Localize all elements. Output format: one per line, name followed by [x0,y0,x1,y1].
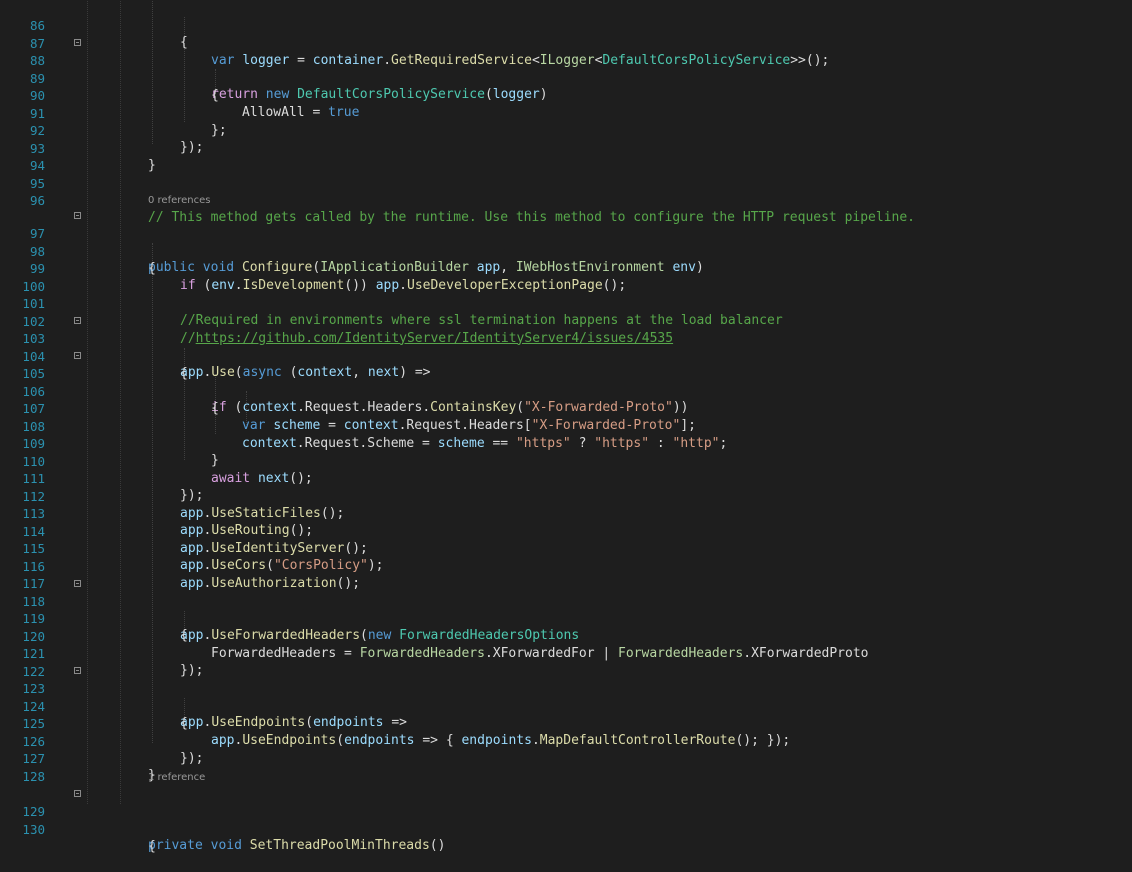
code-line[interactable]: 109 } [0,418,1132,468]
line-number: 128 [22,768,45,784]
code-line[interactable]: 117 [0,558,1132,591]
code-line[interactable]: 123 app.UseEndpoints(endpoints => [0,663,1132,730]
code-line[interactable]: 118 app.UseForwardedHeaders(new Forwarde… [0,576,1132,643]
keyword: private [148,838,203,853]
code-line[interactable]: 89 { [0,53,1132,103]
code-line[interactable]: 128 [0,751,1132,784]
code-line[interactable]: 108 context.Request.Scheme = scheme == "… [0,401,1132,451]
method: SetThreadPoolMinThreads [249,838,430,853]
code-line[interactable]: 98 { [0,226,1132,276]
brace: { [148,838,156,854]
codelens-references[interactable]: 0 references [148,193,211,208]
codelens-references[interactable]: 1 reference [148,770,205,785]
code-line[interactable]: 95 [0,158,1132,191]
collapse-icon[interactable] [74,352,81,359]
collapse-icon[interactable] [74,39,81,46]
code-line[interactable]: 93 } [0,123,1132,173]
code-line[interactable]: 101 //Required in environments where ssl… [0,278,1132,328]
collapse-icon[interactable] [74,317,81,324]
code-line[interactable]: 114 app.UseIdentityServer(); [0,506,1132,556]
code-line[interactable]: 121 }); [0,628,1132,678]
collapse-icon[interactable] [74,667,81,674]
code-line[interactable]: 92 }); [0,105,1132,155]
code-line[interactable]: 130 { [0,804,1132,854]
code-line[interactable]: 104 { [0,331,1132,381]
line-number: 130 [22,821,45,837]
code-line[interactable]: 91 }; [0,88,1132,138]
code-line[interactable]: 88 return new DefaultCorsPolicyService(l… [0,35,1132,102]
code-line[interactable]: 86 { [0,0,1132,50]
code-line[interactable]: 97 public void Configure(IApplicationBui… [0,208,1132,275]
punct: () [429,838,446,853]
code-line[interactable]: 122 [0,646,1132,679]
code-line[interactable]: 112 app.UseStaticFiles(); [0,471,1132,521]
collapse-icon[interactable] [74,212,81,219]
code-line[interactable]: 87 var logger = container.GetRequiredSer… [0,18,1132,68]
code-line[interactable]: 127 } [0,733,1132,783]
code-line[interactable]: 94 [0,140,1132,173]
code-line[interactable]: 119 { [0,593,1132,643]
code-editor[interactable]: 86 { 87 var logger = container.GetRequir… [0,0,1132,854]
code-line[interactable]: 102 //https://github.com/IdentityServer/… [0,296,1132,346]
code-line[interactable]: 106 { [0,366,1132,416]
code-line[interactable]: 124 { [0,681,1132,731]
line-number: 96 [29,193,45,208]
code-line[interactable]: 113 app.UseRouting(); [0,488,1132,538]
code-line[interactable]: 126 }); [0,716,1132,766]
keyword: void [210,838,242,853]
code-line[interactable]: 129 private void SetThreadPoolMinThreads… [0,786,1132,853]
code-line[interactable]: 125 app.UseEndpoints(endpoints => { endp… [0,698,1132,748]
code-line[interactable]: 107 var scheme = context.Request.Headers… [0,383,1132,433]
code-line[interactable]: 90 AllowAll = true [0,70,1132,120]
code-line[interactable]: 115 app.UseCors("CorsPolicy"); [0,523,1132,573]
code-line[interactable]: 105 if (context.Request.Headers.Contains… [0,348,1132,415]
collapse-icon[interactable] [74,579,81,587]
code-line[interactable]: 96 // This method gets called by the run… [0,175,1132,225]
code-line[interactable]: 116 app.UseAuthorization(); [0,541,1132,591]
code-line[interactable]: 100 [0,261,1132,294]
collapse-icon[interactable] [74,790,81,797]
code-line[interactable]: 103 app.Use(async (context, next) => [0,313,1132,380]
code-line[interactable]: 99 if (env.IsDevelopment()) app.UseDevel… [0,243,1132,293]
code-line[interactable]: 120 ForwardedHeaders = ForwardedHeaders.… [0,611,1132,661]
code-line[interactable]: 110 await next(); [0,436,1132,486]
code-line[interactable]: 111 }); [0,453,1132,503]
